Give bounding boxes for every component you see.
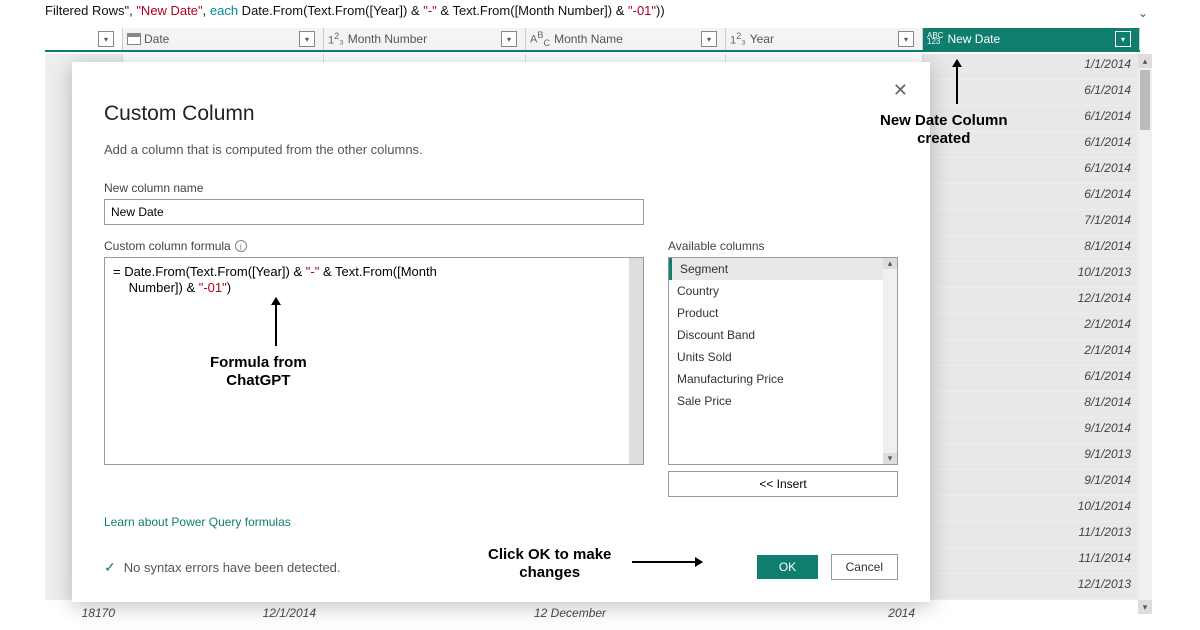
any-type-icon: ABC123 [927, 33, 943, 46]
text-type-icon: ABC [530, 30, 550, 48]
status-text: No syntax errors have been detected. [124, 560, 341, 575]
available-column-item[interactable]: Discount Band [669, 324, 897, 346]
vertical-scrollbar[interactable]: ▴ ▾ [1138, 54, 1152, 614]
grid-header: ▾ Date▾ 12₃Month Number▾ ABCMonth Name▾ … [45, 28, 1140, 52]
check-icon: ✓ [104, 559, 116, 576]
cell: 12/1/2014 [123, 606, 324, 626]
available-column-item[interactable]: Country [669, 280, 897, 302]
cell: 12 December [526, 606, 726, 626]
cell-new-date: 6/1/2014 [923, 158, 1140, 184]
col-header-month-name[interactable]: ABCMonth Name▾ [526, 28, 726, 50]
cancel-button[interactable]: Cancel [831, 554, 898, 580]
formula-bar: Filtered Rows", "New Date", each Date.Fr… [45, 3, 665, 19]
col-header-new-date[interactable]: ABC123New Date▾ [923, 28, 1140, 50]
insert-button[interactable]: << Insert [668, 471, 898, 497]
cell-new-date: 11/1/2013 [923, 522, 1140, 548]
cell-new-date: 9/1/2013 [923, 444, 1140, 470]
scrollbar[interactable]: ▴▾ [883, 258, 897, 464]
expand-icon[interactable]: ⌄ [1138, 6, 1148, 20]
number-type-icon: 12₃ [328, 31, 344, 47]
filter-icon[interactable]: ▾ [1115, 31, 1131, 47]
cell-new-date: 9/1/2014 [923, 470, 1140, 496]
col-header-month-number[interactable]: 12₃Month Number▾ [324, 28, 526, 50]
col-header-year[interactable]: 12₃Year▾ [726, 28, 923, 50]
row-index-header: ▾ [45, 28, 123, 50]
scroll-thumb[interactable] [1140, 70, 1150, 130]
available-column-item[interactable]: Segment [669, 258, 897, 280]
cell-new-date: 8/1/2014 [923, 236, 1140, 262]
name-label: New column name [104, 181, 898, 195]
formula-label: Custom column formulai [104, 239, 644, 253]
date-type-icon [127, 33, 141, 45]
scrollbar[interactable] [629, 258, 643, 464]
cell-new-date: 10/1/2013 [923, 262, 1140, 288]
dialog-title: Custom Column [104, 102, 898, 126]
available-column-item[interactable]: Units Sold [669, 346, 897, 368]
cell-new-date: 9/1/2014 [923, 418, 1140, 444]
formula-textarea[interactable]: = Date.From(Text.From([Year]) & "-" & Te… [104, 257, 644, 465]
arrow-icon [275, 298, 277, 346]
cell-new-date: 12/1/2013 [923, 574, 1140, 600]
row-index: 18170 [45, 606, 123, 626]
cell: 2014 [726, 606, 923, 626]
cell-new-date: 10/1/2014 [923, 496, 1140, 522]
dropdown-icon[interactable]: ▾ [98, 31, 114, 47]
annotation-formula: Formula from ChatGPT [210, 354, 307, 390]
filter-icon[interactable]: ▾ [501, 31, 517, 47]
learn-link[interactable]: Learn about Power Query formulas [104, 515, 291, 529]
ok-button[interactable]: OK [757, 555, 818, 579]
info-icon[interactable]: i [235, 240, 247, 252]
scroll-down-icon[interactable]: ▾ [883, 453, 897, 464]
cell-new-date: 11/1/2014 [923, 548, 1140, 574]
col-header-date[interactable]: Date▾ [123, 28, 324, 50]
number-type-icon: 12₃ [730, 31, 746, 47]
available-column-item[interactable]: Manufacturing Price [669, 368, 897, 390]
filter-icon[interactable]: ▾ [299, 31, 315, 47]
cell-new-date: 6/1/2014 [923, 366, 1140, 392]
arrow-icon [956, 60, 958, 104]
cell-new-date: 8/1/2014 [923, 392, 1140, 418]
cell-new-date: 6/1/2014 [923, 184, 1140, 210]
new-column-name-input[interactable] [104, 199, 644, 225]
custom-column-dialog: ✕ Custom Column Add a column that is com… [72, 62, 930, 602]
cell-new-date: 7/1/2014 [923, 210, 1140, 236]
cell-new-date: 2/1/2014 [923, 340, 1140, 366]
annotation-ok: Click OK to make changes [488, 546, 611, 582]
available-column-item[interactable]: Sale Price [669, 390, 897, 412]
cell-new-date: 12/1/2014 [923, 288, 1140, 314]
scroll-up-icon[interactable]: ▴ [1138, 54, 1152, 68]
filter-icon[interactable]: ▾ [701, 31, 717, 47]
arrow-icon [632, 561, 702, 563]
cell-new-date: 2/1/2014 [923, 314, 1140, 340]
close-icon[interactable]: ✕ [893, 80, 908, 101]
available-label: Available columns [668, 239, 898, 253]
available-column-item[interactable]: Product [669, 302, 897, 324]
annotation-column: New Date Column created [880, 112, 1008, 148]
scroll-down-icon[interactable]: ▾ [1138, 600, 1152, 614]
scroll-up-icon[interactable]: ▴ [883, 258, 897, 269]
available-columns-list[interactable]: SegmentCountryProductDiscount BandUnits … [668, 257, 898, 465]
filter-icon[interactable]: ▾ [898, 31, 914, 47]
dialog-subtitle: Add a column that is computed from the o… [104, 142, 898, 157]
